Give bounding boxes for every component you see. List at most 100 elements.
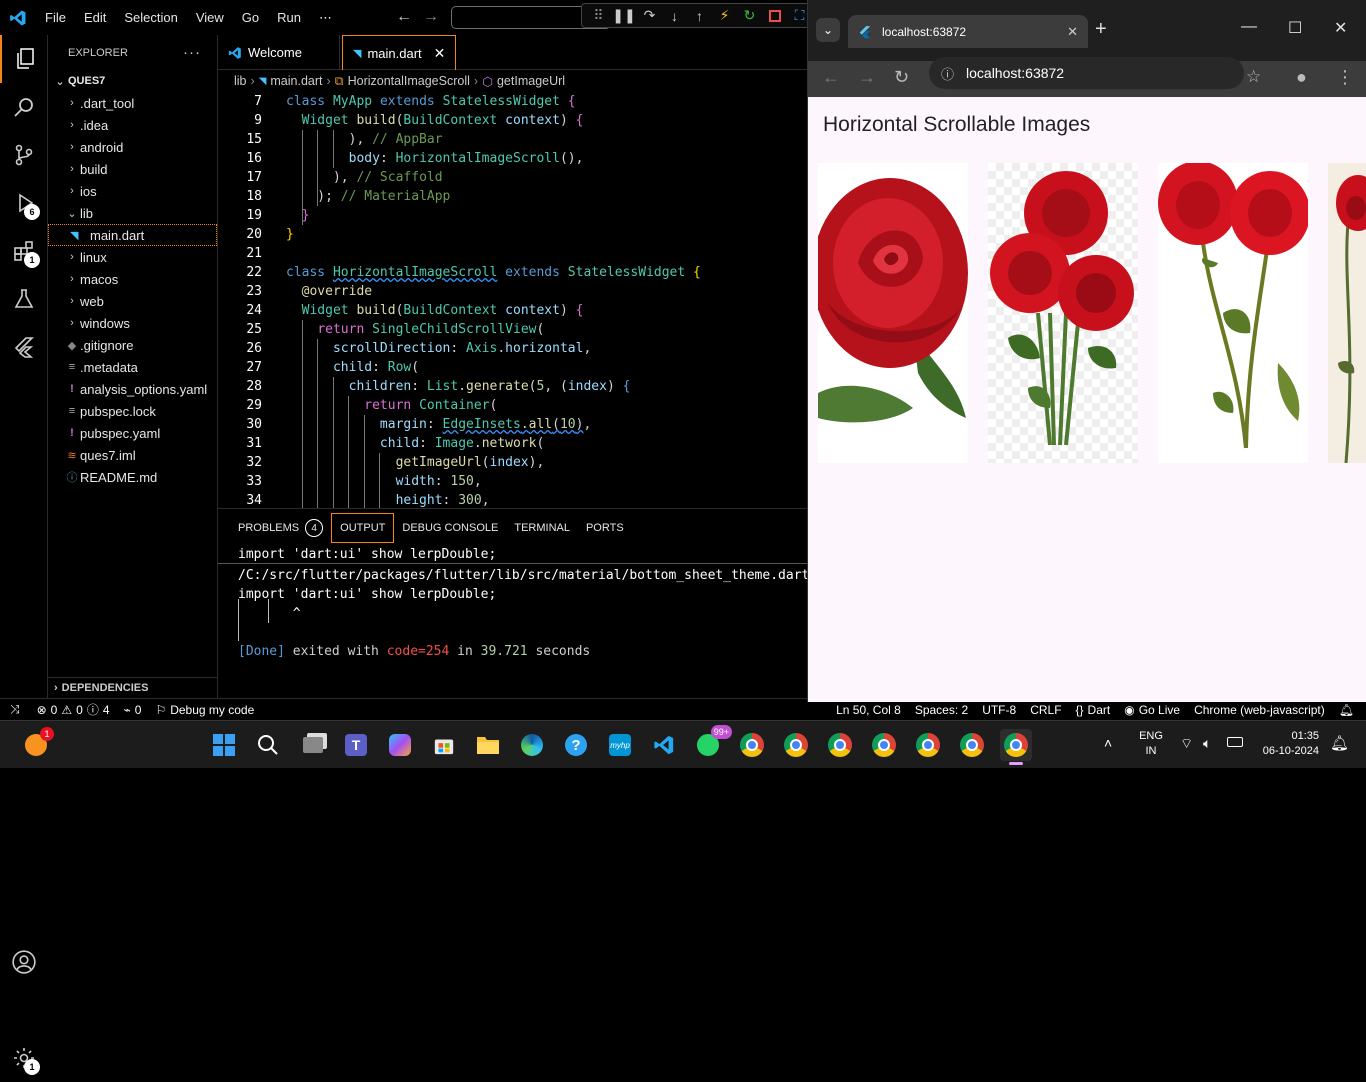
- step-out-icon[interactable]: ↑: [689, 6, 710, 26]
- menu-view[interactable]: View: [187, 0, 233, 35]
- pause-icon[interactable]: ❚❚: [612, 6, 635, 26]
- chevron-up-icon[interactable]: ˄: [1104, 735, 1112, 751]
- close-tab-icon[interactable]: ✕: [1067, 24, 1078, 40]
- edge-icon[interactable]: [516, 729, 548, 761]
- help-icon[interactable]: ?: [560, 729, 592, 761]
- tree-item-lib[interactable]: ⌄ lib: [48, 202, 217, 224]
- chrome-icon[interactable]: [780, 729, 812, 761]
- tab-debug-console[interactable]: DEBUG CONSOLE: [394, 513, 506, 543]
- search-taskbar-icon[interactable]: [252, 729, 284, 761]
- menu-go[interactable]: Go: [233, 0, 268, 35]
- tree-item-web[interactable]: › web: [48, 290, 217, 312]
- hot-reload-icon[interactable]: ⚡: [714, 6, 735, 26]
- breadcrumb-item[interactable]: HorizontalImageScroll: [348, 74, 470, 88]
- line-ending[interactable]: CRLF: [1023, 703, 1068, 717]
- run-debug-icon[interactable]: 6: [0, 179, 48, 227]
- source-control-icon[interactable]: [0, 131, 48, 179]
- breadcrumb-item[interactable]: main.dart: [270, 74, 322, 88]
- forward-arrow-icon[interactable]: →: [423, 8, 439, 26]
- tab-output[interactable]: OUTPUT: [331, 513, 395, 543]
- tree-item-metadata[interactable]: ≡ .metadata: [48, 356, 217, 378]
- task-view-icon[interactable]: [297, 729, 329, 761]
- tab-main-dart[interactable]: ◥ main.dart ✕: [342, 35, 456, 70]
- tab-ports[interactable]: PORTS: [578, 513, 632, 543]
- volume-icon[interactable]: 🔈︎: [1203, 735, 1211, 752]
- tree-item-dart-tool[interactable]: › .dart_tool: [48, 92, 217, 114]
- battery-icon[interactable]: [1227, 737, 1243, 747]
- notifications-bell-icon[interactable]: 🔔︎: [1332, 703, 1366, 717]
- tree-item-linux[interactable]: › linux: [48, 246, 217, 268]
- restart-icon[interactable]: ↻: [739, 6, 760, 26]
- more-actions-icon[interactable]: ···: [183, 44, 201, 61]
- tree-item-windows[interactable]: › windows: [48, 312, 217, 334]
- teams-icon[interactable]: T: [340, 729, 372, 761]
- chrome-icon[interactable]: [824, 729, 856, 761]
- copilot-icon[interactable]: [384, 729, 416, 761]
- chrome-icon-active[interactable]: [1000, 729, 1032, 765]
- remote-icon[interactable]: ⤨: [0, 702, 30, 717]
- breadcrumb-item[interactable]: getImageUrl: [497, 74, 565, 88]
- reload-icon[interactable]: ↻: [894, 67, 909, 88]
- extensions-icon[interactable]: 1: [0, 227, 48, 275]
- browser-back-icon[interactable]: ←: [822, 67, 840, 88]
- problems-status[interactable]: ⊗ 0 ⚠ 0 ⓘ 4: [30, 701, 117, 718]
- tree-item-build[interactable]: › build: [48, 158, 217, 180]
- explorer-icon[interactable]: [0, 35, 48, 83]
- tree-item-readme[interactable]: ⓘ README.md: [48, 466, 217, 488]
- tab-search-icon[interactable]: ⌄: [816, 18, 840, 42]
- tree-item-android[interactable]: › android: [48, 136, 217, 158]
- menu-run[interactable]: Run: [268, 0, 310, 35]
- dependencies-section[interactable]: › DEPENDENCIES: [48, 677, 218, 698]
- menu-selection[interactable]: Selection: [115, 0, 186, 35]
- language-mode[interactable]: {} Dart: [1069, 703, 1118, 717]
- minimize-icon[interactable]: —: [1241, 18, 1257, 36]
- chrome-icon[interactable]: [736, 729, 768, 761]
- language-indicator[interactable]: ENG IN: [1136, 729, 1166, 759]
- drag-handle-icon[interactable]: ⠿: [588, 6, 609, 26]
- chrome-icon[interactable]: [956, 729, 988, 761]
- step-over-icon[interactable]: ↷: [639, 6, 660, 26]
- tree-item-analysis-options[interactable]: ! analysis_options.yaml: [48, 378, 217, 400]
- code-editor[interactable]: 7 class MyApp extends StatelessWidget { 9…: [218, 92, 807, 508]
- menu-edit[interactable]: Edit: [75, 0, 115, 35]
- tree-item-ques7-iml[interactable]: ≋ ques7.iml: [48, 444, 217, 466]
- cursor-position[interactable]: Ln 50, Col 8: [829, 703, 908, 717]
- start-windows-icon[interactable]: [208, 729, 240, 761]
- profile-icon[interactable]: ●: [1296, 67, 1307, 88]
- stop-icon[interactable]: [764, 6, 785, 26]
- breadcrumb-item[interactable]: lib: [234, 74, 247, 88]
- flutter-icon[interactable]: [0, 323, 48, 371]
- close-window-icon[interactable]: ✕: [1334, 18, 1347, 38]
- testing-icon[interactable]: [0, 275, 48, 323]
- tree-item-pubspec-yaml[interactable]: ! pubspec.yaml: [48, 422, 217, 444]
- browser-tab[interactable]: localhost:63872 ✕: [848, 15, 1088, 48]
- tree-item-pubspec-lock[interactable]: ≡ pubspec.lock: [48, 400, 217, 422]
- tree-item-ios[interactable]: › ios: [48, 180, 217, 202]
- tree-item-main-dart[interactable]: ◥ main.dart: [48, 224, 217, 246]
- chrome-icon[interactable]: [868, 729, 900, 761]
- new-tab-icon[interactable]: +: [1095, 18, 1107, 41]
- browser-forward-icon[interactable]: →: [858, 67, 876, 88]
- device-selector[interactable]: Chrome (web-javascript): [1187, 703, 1332, 717]
- step-into-icon[interactable]: ↓: [664, 6, 685, 26]
- vscode-taskbar-icon[interactable]: [648, 729, 680, 761]
- menu-file[interactable]: File: [36, 0, 75, 35]
- close-icon[interactable]: ✕: [434, 45, 446, 62]
- maximize-icon[interactable]: ☐: [1288, 18, 1302, 38]
- tab-welcome[interactable]: Welcome: [218, 35, 340, 70]
- settings-gear-icon[interactable]: 1: [0, 1034, 48, 1082]
- whatsapp-icon[interactable]: 99+: [692, 725, 732, 761]
- tab-terminal[interactable]: TERMINAL: [506, 513, 578, 543]
- indentation[interactable]: Spaces: 2: [908, 703, 975, 717]
- tab-problems[interactable]: PROBLEMS 4: [230, 513, 331, 543]
- tree-item-macos[interactable]: › macos: [48, 268, 217, 290]
- back-arrow-icon[interactable]: ←: [396, 8, 412, 26]
- store-icon[interactable]: [428, 729, 460, 761]
- encoding[interactable]: UTF-8: [975, 703, 1023, 717]
- notification-bell-icon[interactable]: 🔔︎: [1330, 734, 1349, 752]
- workspace-folder[interactable]: ⌄ QUES7: [48, 70, 217, 92]
- tree-item-gitignore[interactable]: ◆ .gitignore: [48, 334, 217, 356]
- bookmark-star-icon[interactable]: ☆: [1246, 67, 1261, 87]
- go-live-button[interactable]: ◉ Go Live: [1117, 703, 1187, 717]
- chrome-icon[interactable]: [912, 729, 944, 761]
